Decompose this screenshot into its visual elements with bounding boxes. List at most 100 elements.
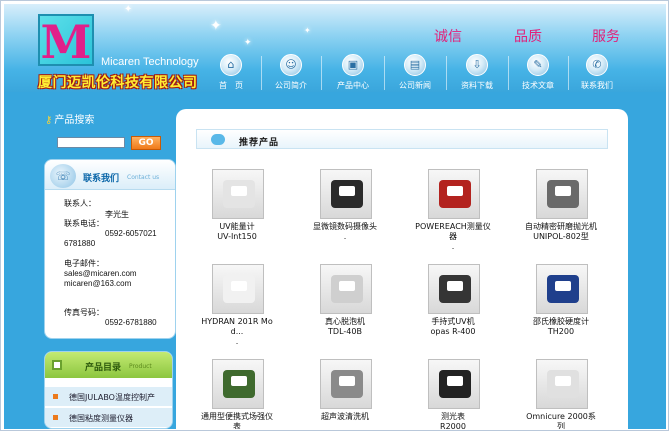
product-card[interactable]: 超声波清洗机 — [296, 359, 394, 429]
product-card[interactable]: 测光表 R2000 — [404, 359, 502, 429]
product-name[interactable]: POWEREACH测量仪器. — [404, 222, 502, 252]
product-image[interactable] — [428, 359, 480, 409]
nav-divider — [446, 56, 447, 90]
nav-downloads[interactable]: ⇩ 资料下载 — [452, 54, 502, 92]
nav-label: 联系我们 — [581, 81, 613, 90]
product-image[interactable] — [428, 264, 480, 314]
product-image[interactable] — [428, 169, 480, 219]
slogan-item: 服务 — [592, 29, 620, 45]
browser-page: ✦ ✦ ✦ ✦ M Micaren Technology 厦门迈凯伦科技有限公司… — [0, 0, 669, 431]
nav-about[interactable]: ☺ 公司简介 — [266, 54, 316, 92]
catalog-item[interactable]: 德国粘度测量仪器 — [45, 407, 172, 427]
slogan-bar: 诚信 品质 服务 — [434, 26, 634, 46]
product-name[interactable]: 真心脱泡机 TDL-40B — [296, 317, 394, 337]
catalog-square-icon — [52, 360, 62, 370]
product-shape-detail — [447, 376, 463, 386]
product-card[interactable]: Omnicure 2000系列 — [512, 359, 610, 429]
nav-articles[interactable]: ✎ 技术文章 — [513, 54, 563, 92]
product-shape-detail — [447, 186, 463, 196]
nav-label: 资料下载 — [461, 81, 493, 90]
contact-person-label: 联系人： — [64, 199, 96, 208]
product-image[interactable] — [320, 169, 372, 219]
nav-news[interactable]: ▤ 公司新闻 — [390, 54, 440, 92]
logo-chinese-name: 厦门迈凯伦科技有限公司 — [38, 75, 198, 91]
product-shape-detail — [339, 376, 355, 386]
product-name[interactable]: 邵氏橡胶硬度计 TH200 — [512, 317, 610, 337]
contact-phone-value: 0592-6057021 — [105, 229, 157, 238]
product-name[interactable]: 显微镜数码摄像头. — [296, 222, 394, 242]
product-card[interactable]: HYDRAN 201R Mo d.... — [188, 264, 286, 354]
contact-subtitle: Contact us — [127, 174, 160, 181]
product-name[interactable]: 测光表 R2000 — [404, 412, 502, 429]
product-card[interactable]: 自动精密研磨抛光机 UNIPOL-802型 — [512, 169, 610, 259]
nav-contact[interactable]: ✆ 联系我们 — [572, 54, 622, 92]
key-icon: ⚷ — [45, 115, 53, 126]
product-image[interactable] — [212, 359, 264, 409]
contact-person-value: 李光生 — [105, 210, 129, 219]
product-image[interactable] — [212, 169, 264, 219]
product-name[interactable]: 通用型便携式场强仪表 — [188, 412, 286, 429]
product-shape-detail — [555, 186, 571, 196]
product-name[interactable]: Omnicure 2000系列 — [512, 412, 610, 429]
product-card[interactable]: 真心脱泡机 TDL-40B — [296, 264, 394, 354]
sparkle-decoration: ✦ — [304, 26, 311, 35]
contact-fax-label: 传真号码： — [64, 308, 104, 317]
product-image[interactable] — [320, 264, 372, 314]
download-icon: ⇩ — [466, 54, 488, 76]
catalog-item-label: 德国粘度测量仪器 — [69, 414, 133, 423]
product-card[interactable]: 通用型便携式场强仪表 — [188, 359, 286, 429]
nav-label: 公司简介 — [275, 81, 307, 90]
home-icon: ⌂ — [220, 54, 242, 76]
box-icon: ▣ — [342, 54, 364, 76]
people-icon: ☺ — [280, 54, 302, 76]
contact-panel: ☏ 联系我们 Contact us 联系人： 李光生 联系电话： 0592-60… — [44, 159, 176, 339]
product-image[interactable] — [536, 264, 588, 314]
product-name[interactable]: 手持式UV机 opas R-400 — [404, 317, 502, 337]
logo-letter: M — [40, 15, 92, 69]
company-logo[interactable]: M — [38, 14, 94, 69]
nav-label: 产品中心 — [337, 81, 369, 90]
product-name[interactable]: 自动精密研磨抛光机 UNIPOL-802型 — [512, 222, 610, 242]
product-card[interactable]: 显微镜数码摄像头. — [296, 169, 394, 259]
search-input[interactable] — [57, 137, 125, 148]
product-image[interactable] — [212, 264, 264, 314]
product-shape-detail — [231, 281, 247, 291]
product-image[interactable] — [536, 359, 588, 409]
catalog-title: 产品目录 — [85, 363, 122, 373]
catalog-panel: 产品目录 Product 德国JULABO温度控制产 德国粘度测量仪器 — [44, 351, 173, 429]
article-icon: ✎ — [527, 54, 549, 76]
slogan-item: 品质 — [514, 29, 542, 45]
contact-email-link[interactable]: sales@micaren.com — [64, 269, 137, 278]
product-card[interactable]: 邵氏橡胶硬度计 TH200 — [512, 264, 610, 354]
sparkle-decoration: ✦ — [210, 18, 222, 34]
catalog-subtitle: Product — [129, 363, 152, 370]
contact-email-link-2[interactable]: micaren@163.com — [64, 279, 131, 288]
product-shape-detail — [231, 186, 247, 196]
nav-label: 技术文章 — [522, 81, 554, 90]
nav-products[interactable]: ▣ 产品中心 — [328, 54, 378, 92]
product-card[interactable]: POWEREACH测量仪器. — [404, 169, 502, 259]
contact-icon: ✆ — [586, 54, 608, 76]
product-name[interactable]: 超声波清洗机 — [296, 412, 394, 422]
catalog-item[interactable]: 德国JULABO温度控制产 — [45, 386, 172, 406]
product-image[interactable] — [320, 359, 372, 409]
news-icon: ▤ — [404, 54, 426, 76]
slogan-item: 诚信 — [434, 29, 462, 45]
product-shape-detail — [339, 186, 355, 196]
logo-english-name: Micaren Technology — [101, 56, 199, 68]
product-name[interactable]: UV能量计 UV-Int150 — [188, 222, 286, 242]
go-button[interactable]: GO — [131, 136, 161, 150]
catalog-panel-header: 产品目录 Product — [45, 352, 172, 378]
nav-label: 首 页 — [219, 81, 243, 90]
nav-divider — [508, 56, 509, 90]
product-card[interactable]: UV能量计 UV-Int150 — [188, 169, 286, 259]
nav-home[interactable]: ⌂ 首 页 — [206, 54, 256, 92]
nav-label: 公司新闻 — [399, 81, 431, 90]
product-image[interactable] — [536, 169, 588, 219]
catalog-item-label: 德国JULABO温度控制产 — [69, 393, 155, 402]
product-card[interactable]: 手持式UV机 opas R-400 — [404, 264, 502, 354]
product-name[interactable]: HYDRAN 201R Mo d.... — [188, 317, 286, 347]
sparkle-decoration: ✦ — [244, 38, 252, 48]
nav-divider — [261, 56, 262, 90]
contact-phone-label: 联系电话： — [64, 219, 104, 228]
